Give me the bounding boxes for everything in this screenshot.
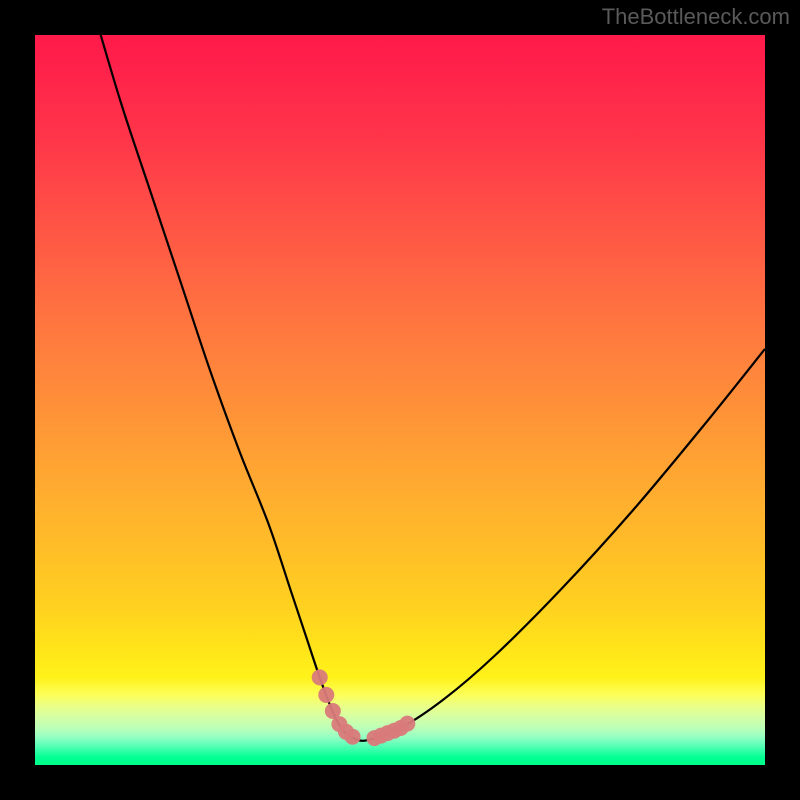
curve-markers-right [366,716,415,746]
bottleneck-curve [101,35,765,741]
chart-svg [35,35,765,765]
curve-marker-dot [345,729,361,745]
curve-markers-left [312,669,361,744]
curve-marker-dot [318,687,334,703]
curve-marker-dot [312,669,328,685]
watermark-text: TheBottleneck.com [602,4,790,30]
chart-plot-area [35,35,765,765]
curve-marker-dot [399,716,415,732]
